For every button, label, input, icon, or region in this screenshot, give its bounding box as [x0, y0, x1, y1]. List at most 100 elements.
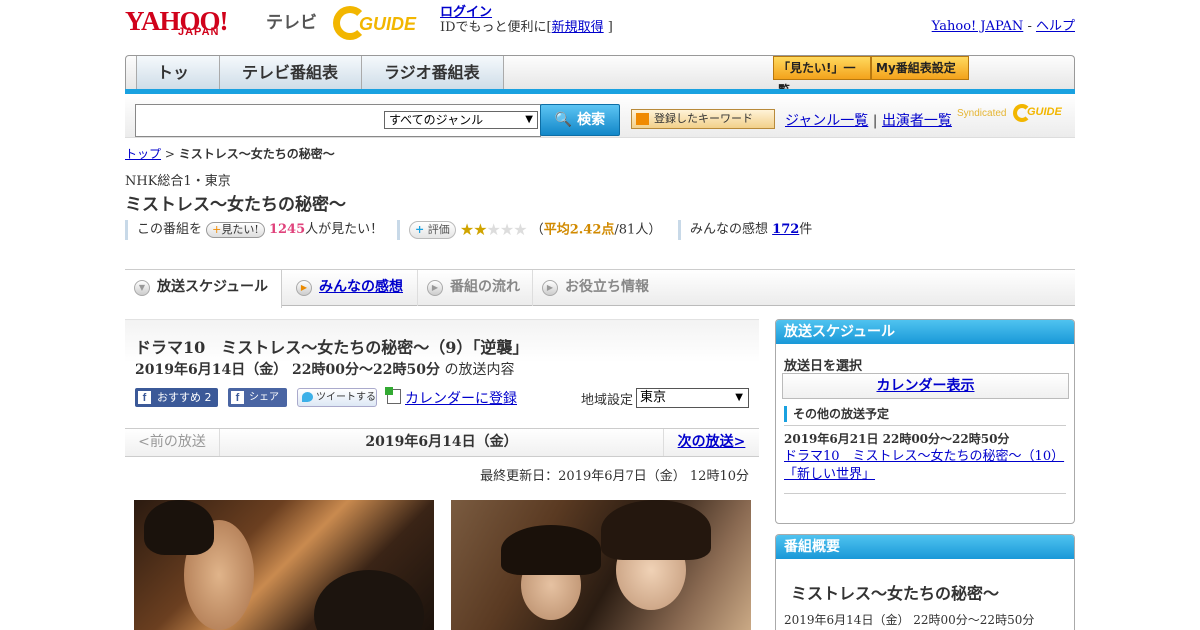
- other-broadcast-time: 2019年6月21日 22時00分～22時50分: [784, 432, 1010, 446]
- content-tabs: ▼ 放送スケジュール ▶ みんなの感想 ▶ 番組の流れ ▶ お役立ち情報: [125, 269, 1075, 308]
- mita-list-button[interactable]: 「見たい!」一覧: [773, 56, 871, 97]
- search-row: すべてのジャンル ▼ 🔍 検索 登録したキーワード ジャンル一覧 | 出演者一覧…: [125, 94, 1075, 138]
- summary-program-title: ミストレス～女たちの秘密～: [791, 584, 1000, 603]
- impressions-label: みんなの感想: [690, 222, 769, 237]
- episode-airtime-value: 2019年6月14日（金） 22時00分～22時50分: [135, 362, 440, 378]
- genre-links: ジャンル一覧 | 出演者一覧: [785, 110, 952, 130]
- avg-score: 平均2.42点: [543, 222, 615, 238]
- facebook-icon: f: [138, 391, 151, 404]
- play-arrow-icon: ▶: [542, 280, 558, 296]
- tweet-button[interactable]: ツイートする: [297, 388, 377, 407]
- other-broadcasts-heading: その他の放送予定: [784, 406, 889, 422]
- rate-button[interactable]: + 評価: [409, 221, 456, 239]
- star-icon: ★: [486, 220, 501, 239]
- episode-box: ドラマ10 ミストレス～女たちの秘密～（9）「逆襲」 2019年6月14日（金）…: [125, 319, 759, 427]
- genre-select[interactable]: すべてのジャンル ▼: [384, 111, 538, 129]
- syndicated-gguide-logo: GUIDE: [1013, 102, 1067, 124]
- other-broadcast-link[interactable]: ドラマ10 ミストレス～女たちの秘密～（10）「新しい世界」: [784, 448, 1069, 484]
- breadcrumb-home[interactable]: トップ: [125, 147, 161, 161]
- schedule-panel: 放送スケジュール 放送日を選択 カレンダー表示 その他の放送予定 2019年6月…: [775, 319, 1075, 524]
- link-divider: |: [872, 113, 878, 129]
- photo-figure: [601, 500, 711, 560]
- gguide-logo[interactable]: GUIDE: [333, 4, 429, 40]
- nav-buttons: 「見たい!」一覧 My番組表設定: [773, 56, 969, 97]
- syndicated-label: Syndicated: [957, 108, 1007, 119]
- add-calendar-label: カレンダーに登録: [405, 391, 517, 407]
- tab-useful-info[interactable]: ▶ お役立ち情報: [532, 270, 667, 306]
- program-meta: この番組を +見たい! 1245人が見たい！ + 評価 ★★★★★ （平均2.4…: [125, 220, 825, 240]
- cast-list-link[interactable]: 出演者一覧: [882, 113, 952, 129]
- summary-panel: 番組概要 ミストレス～女たちの秘密～ 2019年6月14日（金） 22時00分～…: [775, 534, 1075, 630]
- search-button-label: 検索: [577, 112, 606, 128]
- calendar-display-button[interactable]: カレンダー表示: [782, 373, 1069, 399]
- mita-count: 1245: [268, 222, 306, 237]
- prev-broadcast: <前の放送: [125, 429, 220, 456]
- twitter-bird-icon: [302, 392, 313, 402]
- add-calendar-link[interactable]: カレンダーに登録: [385, 387, 517, 408]
- registered-keyword-button[interactable]: 登録したキーワード: [631, 109, 775, 129]
- gguide-small-text: GUIDE: [1027, 106, 1062, 118]
- tab-schedule-label: 放送スケジュール: [157, 279, 269, 295]
- tab-impressions[interactable]: ▶ みんなの感想: [287, 270, 412, 306]
- dropdown-triangle-icon: [636, 113, 649, 125]
- facebook-recommend-label: おすすめ 2: [157, 391, 212, 404]
- mita-segment: この番組を +見たい! 1245人が見たい！: [125, 220, 383, 240]
- my-schedule-button[interactable]: My番組表設定: [871, 56, 969, 80]
- search-icon: 🔍: [554, 112, 573, 128]
- help-link[interactable]: ヘルプ: [1036, 19, 1075, 34]
- star-icon: ★: [473, 220, 487, 239]
- episode-title: ドラマ10 ミストレス～女たちの秘密～（9）「逆襲」: [135, 338, 529, 357]
- nav-tab-radio-schedule[interactable]: ラジオ番組表: [361, 56, 504, 89]
- tab-schedule[interactable]: ▼ 放送スケジュール: [125, 270, 282, 308]
- facebook-recommend-button[interactable]: f おすすめ 2: [135, 388, 218, 407]
- region-label: 地域設定: [581, 393, 634, 408]
- star-rating: ★★★★★: [459, 220, 528, 239]
- search-button[interactable]: 🔍 検索: [540, 104, 620, 136]
- facebook-share-button[interactable]: f シェア: [228, 388, 287, 407]
- impressions-count-link[interactable]: 172: [772, 222, 799, 237]
- registered-keyword-label: 登録したキーワード: [654, 112, 753, 125]
- genre-list-link[interactable]: ジャンル一覧: [785, 113, 868, 129]
- yahoo-japan-logo-sub: JAPAN: [178, 26, 220, 38]
- plus-icon: +: [415, 223, 425, 236]
- chevron-down-icon: ▼: [134, 280, 150, 296]
- nav-tab-top[interactable]: トップ: [136, 56, 220, 115]
- breadcrumb-separator: >: [164, 147, 175, 161]
- service-name: テレビ: [266, 13, 317, 33]
- broadcast-pager: <前の放送 2019年6月14日（金） 次の放送>: [125, 428, 759, 457]
- facebook-share-label: シェア: [249, 392, 279, 403]
- login-note-end: ]: [607, 20, 613, 35]
- play-arrow-icon: ▶: [427, 280, 443, 296]
- last-updated: 最終更新日：2019年6月7日（金） 12時10分: [480, 469, 749, 484]
- yahoo-japan-link[interactable]: Yahoo! JAPAN: [932, 19, 1024, 34]
- login-block: ログイン IDでもっと便利に[新規取得 ]: [440, 5, 613, 35]
- login-link[interactable]: ログイン: [440, 5, 492, 20]
- breadcrumb: トップ > ミストレス～女たちの秘密～: [125, 145, 335, 162]
- mita-suffix: 人が見たい！: [305, 222, 384, 237]
- genre-select-value: すべてのジャンル: [389, 113, 484, 127]
- star-icon: ★: [459, 220, 474, 239]
- photo-figure: [314, 570, 424, 630]
- impressions-segment: みんなの感想 172件: [678, 220, 812, 240]
- episode-photo-1: [134, 500, 434, 630]
- avg-open: （: [530, 222, 544, 238]
- episode-photo-2: [451, 500, 751, 630]
- divider: [784, 493, 1066, 494]
- tab-impressions-label: みんなの感想: [319, 279, 403, 295]
- next-broadcast-link[interactable]: 次の放送>: [663, 429, 759, 456]
- tab-program-flow-label: 番組の流れ: [450, 279, 520, 295]
- nav-tab-tv-schedule[interactable]: テレビ番組表: [219, 56, 362, 89]
- facebook-icon: f: [231, 391, 244, 404]
- dropdown-arrow-icon: ▼: [525, 114, 533, 125]
- gguide-logo-text: GUIDE: [359, 14, 417, 34]
- play-arrow-icon: ▶: [296, 280, 312, 296]
- mita-button[interactable]: +見たい!: [206, 221, 265, 238]
- top-links-separator: -: [1027, 19, 1032, 34]
- region-select[interactable]: 東京 ▼: [636, 388, 749, 408]
- episode-airtime-suffix: の放送内容: [444, 362, 515, 378]
- mita-button-label: 見たい!: [221, 222, 259, 236]
- tab-program-flow[interactable]: ▶ 番組の流れ: [417, 270, 529, 306]
- pick-date-label: 放送日を選択: [784, 359, 863, 374]
- schedule-panel-title: 放送スケジュール: [776, 320, 1074, 344]
- register-link[interactable]: 新規取得: [552, 20, 604, 35]
